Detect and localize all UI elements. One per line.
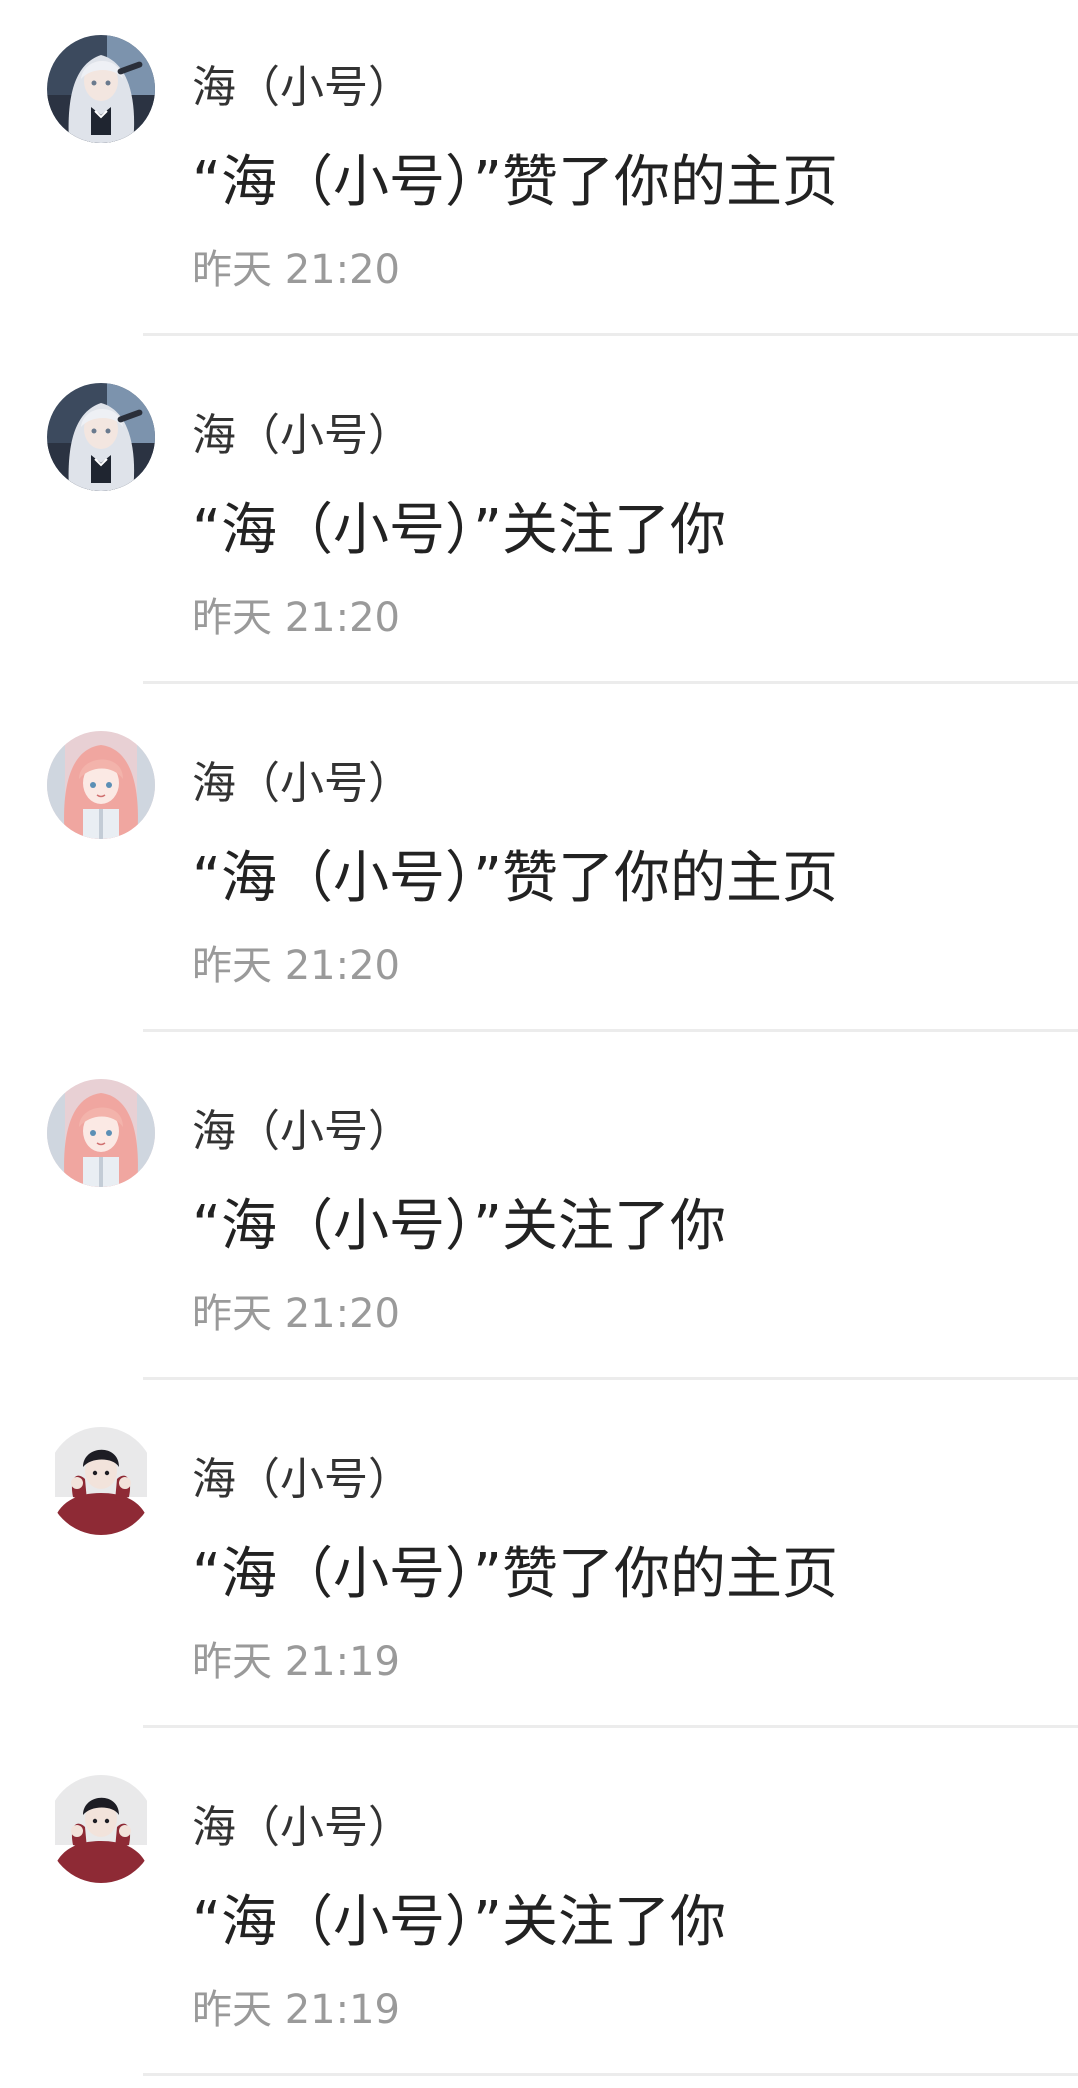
- sender-name[interactable]: 海（小号）: [192, 1452, 412, 1508]
- avatar-silver-hair-girl: [47, 383, 155, 491]
- avatar[interactable]: [47, 35, 155, 143]
- notification-list: 海（小号） “海（小号）”赞了你的主页 昨天 21:20 海（小号） “海（小号…: [0, 0, 1078, 2088]
- notification-time: 昨天 21:20: [192, 595, 400, 641]
- sender-name[interactable]: 海（小号）: [192, 1104, 412, 1160]
- notification-item[interactable]: 海（小号） “海（小号）”关注了你 昨天 21:20: [0, 1044, 1078, 1392]
- notification-item[interactable]: 海（小号） “海（小号）”赞了你的主页 昨天 21:19: [0, 1392, 1078, 1740]
- notification-message: “海（小号）”关注了你: [192, 1194, 727, 1259]
- avatar[interactable]: [47, 1427, 155, 1535]
- notification-time: 昨天 21:20: [192, 247, 400, 293]
- notification-time: 昨天 21:20: [192, 1291, 400, 1337]
- avatar[interactable]: [47, 383, 155, 491]
- avatar[interactable]: [47, 1079, 155, 1187]
- avatar-boy-red-sweater: [47, 1427, 155, 1535]
- notification-time: 昨天 21:20: [192, 943, 400, 989]
- notification-message: “海（小号）”关注了你: [192, 498, 727, 563]
- divider: [143, 1029, 1078, 1032]
- sender-name[interactable]: 海（小号）: [192, 60, 412, 116]
- divider: [143, 2073, 1078, 2076]
- notification-time: 昨天 21:19: [192, 1987, 400, 2033]
- sender-name[interactable]: 海（小号）: [192, 756, 412, 812]
- sender-name[interactable]: 海（小号）: [192, 1800, 412, 1856]
- divider: [143, 681, 1078, 684]
- notification-item[interactable]: 海（小号） “海（小号）”赞了你的主页 昨天 21:20: [0, 696, 1078, 1044]
- sender-name[interactable]: 海（小号）: [192, 408, 412, 464]
- divider: [143, 1377, 1078, 1380]
- notification-message: “海（小号）”赞了你的主页: [192, 846, 839, 911]
- notification-message: “海（小号）”赞了你的主页: [192, 150, 839, 215]
- avatar-pink-hair-girl: [47, 731, 155, 839]
- avatar[interactable]: [47, 1775, 155, 1883]
- notification-item[interactable]: 海（小号） “海（小号）”赞了你的主页 昨天 21:20: [0, 0, 1078, 348]
- notification-item[interactable]: 海（小号） “海（小号）”关注了你 昨天 21:19: [0, 1740, 1078, 2088]
- notification-message: “海（小号）”赞了你的主页: [192, 1542, 839, 1607]
- notification-message: “海（小号）”关注了你: [192, 1890, 727, 1955]
- avatar[interactable]: [47, 731, 155, 839]
- notification-time: 昨天 21:19: [192, 1639, 400, 1685]
- notification-item[interactable]: 海（小号） “海（小号）”关注了你 昨天 21:20: [0, 348, 1078, 696]
- divider: [143, 333, 1078, 336]
- avatar-boy-red-sweater: [47, 1775, 155, 1883]
- divider: [143, 1725, 1078, 1728]
- avatar-silver-hair-girl: [47, 35, 155, 143]
- avatar-pink-hair-girl: [47, 1079, 155, 1187]
